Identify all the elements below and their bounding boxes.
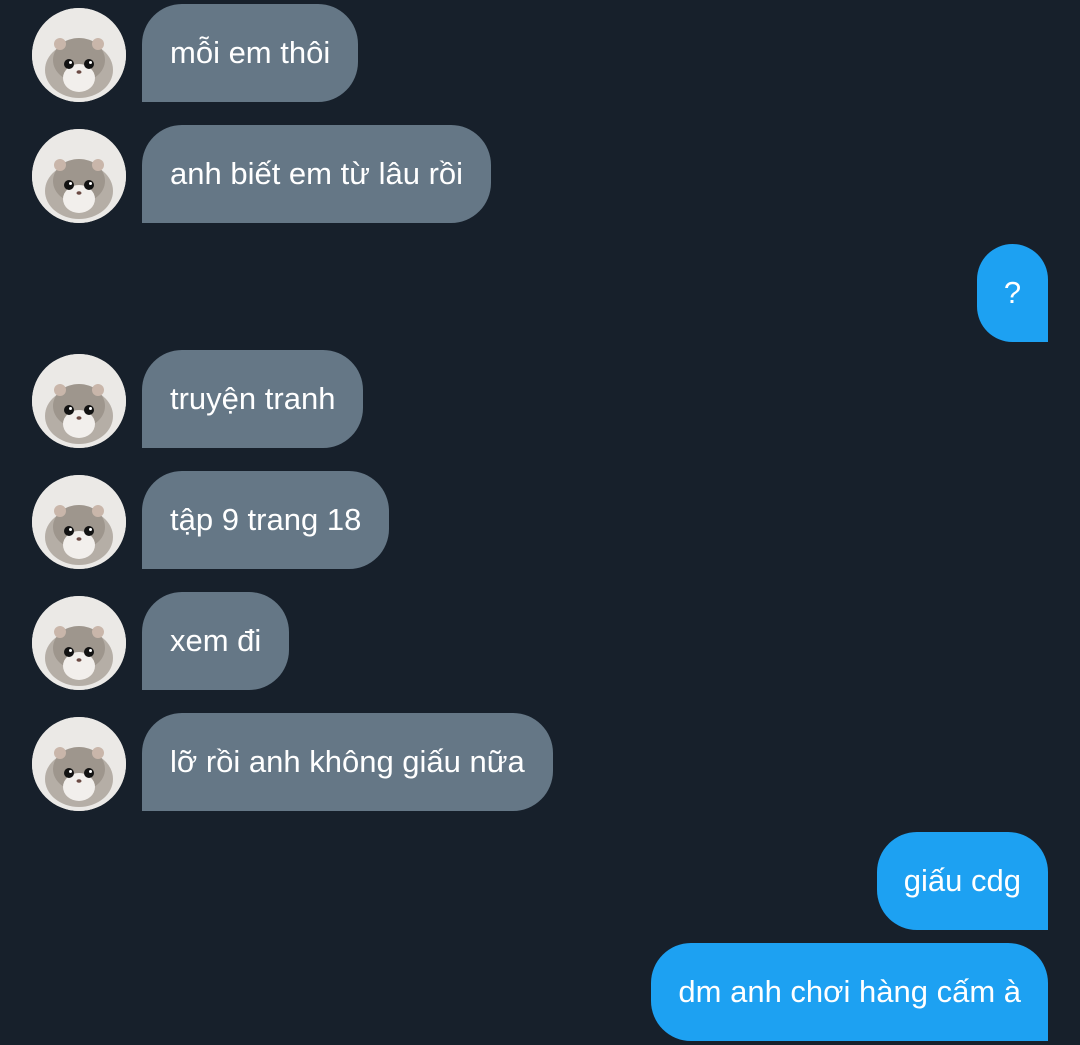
- incoming-message[interactable]: truyện tranh: [142, 350, 364, 448]
- message-text: xem đi: [170, 623, 262, 658]
- hamster-avatar-icon[interactable]: [32, 129, 126, 223]
- outgoing-message[interactable]: giấu cdg: [876, 832, 1048, 930]
- message-text: tập 9 trang 18: [170, 502, 362, 537]
- outgoing-message[interactable]: ?: [977, 244, 1048, 342]
- hamster-avatar-icon[interactable]: [32, 475, 126, 569]
- hamster-avatar-icon[interactable]: [32, 596, 126, 690]
- hamster-avatar-icon[interactable]: [32, 717, 126, 811]
- message-text: lỡ rồi anh không giấu nữa: [170, 744, 525, 779]
- message-text: ?: [1003, 275, 1022, 310]
- incoming-message[interactable]: anh biết em từ lâu rồi: [142, 125, 492, 223]
- message-text: giấu cdg: [903, 863, 1021, 898]
- hamster-avatar-icon[interactable]: [32, 354, 126, 448]
- message-text: anh biết em từ lâu rồi: [170, 156, 464, 191]
- outgoing-message[interactable]: dm anh chơi hàng cấm à: [651, 943, 1048, 1041]
- message-text: dm anh chơi hàng cấm à: [678, 974, 1021, 1009]
- message-text: truyện tranh: [170, 381, 336, 416]
- incoming-message[interactable]: xem đi: [142, 592, 290, 690]
- incoming-message[interactable]: mỗi em thôi: [142, 4, 359, 102]
- hamster-avatar-icon[interactable]: [32, 8, 126, 102]
- incoming-message[interactable]: tập 9 trang 18: [142, 471, 390, 569]
- message-text: mỗi em thôi: [170, 35, 331, 70]
- incoming-message[interactable]: lỡ rồi anh không giấu nữa: [142, 713, 553, 811]
